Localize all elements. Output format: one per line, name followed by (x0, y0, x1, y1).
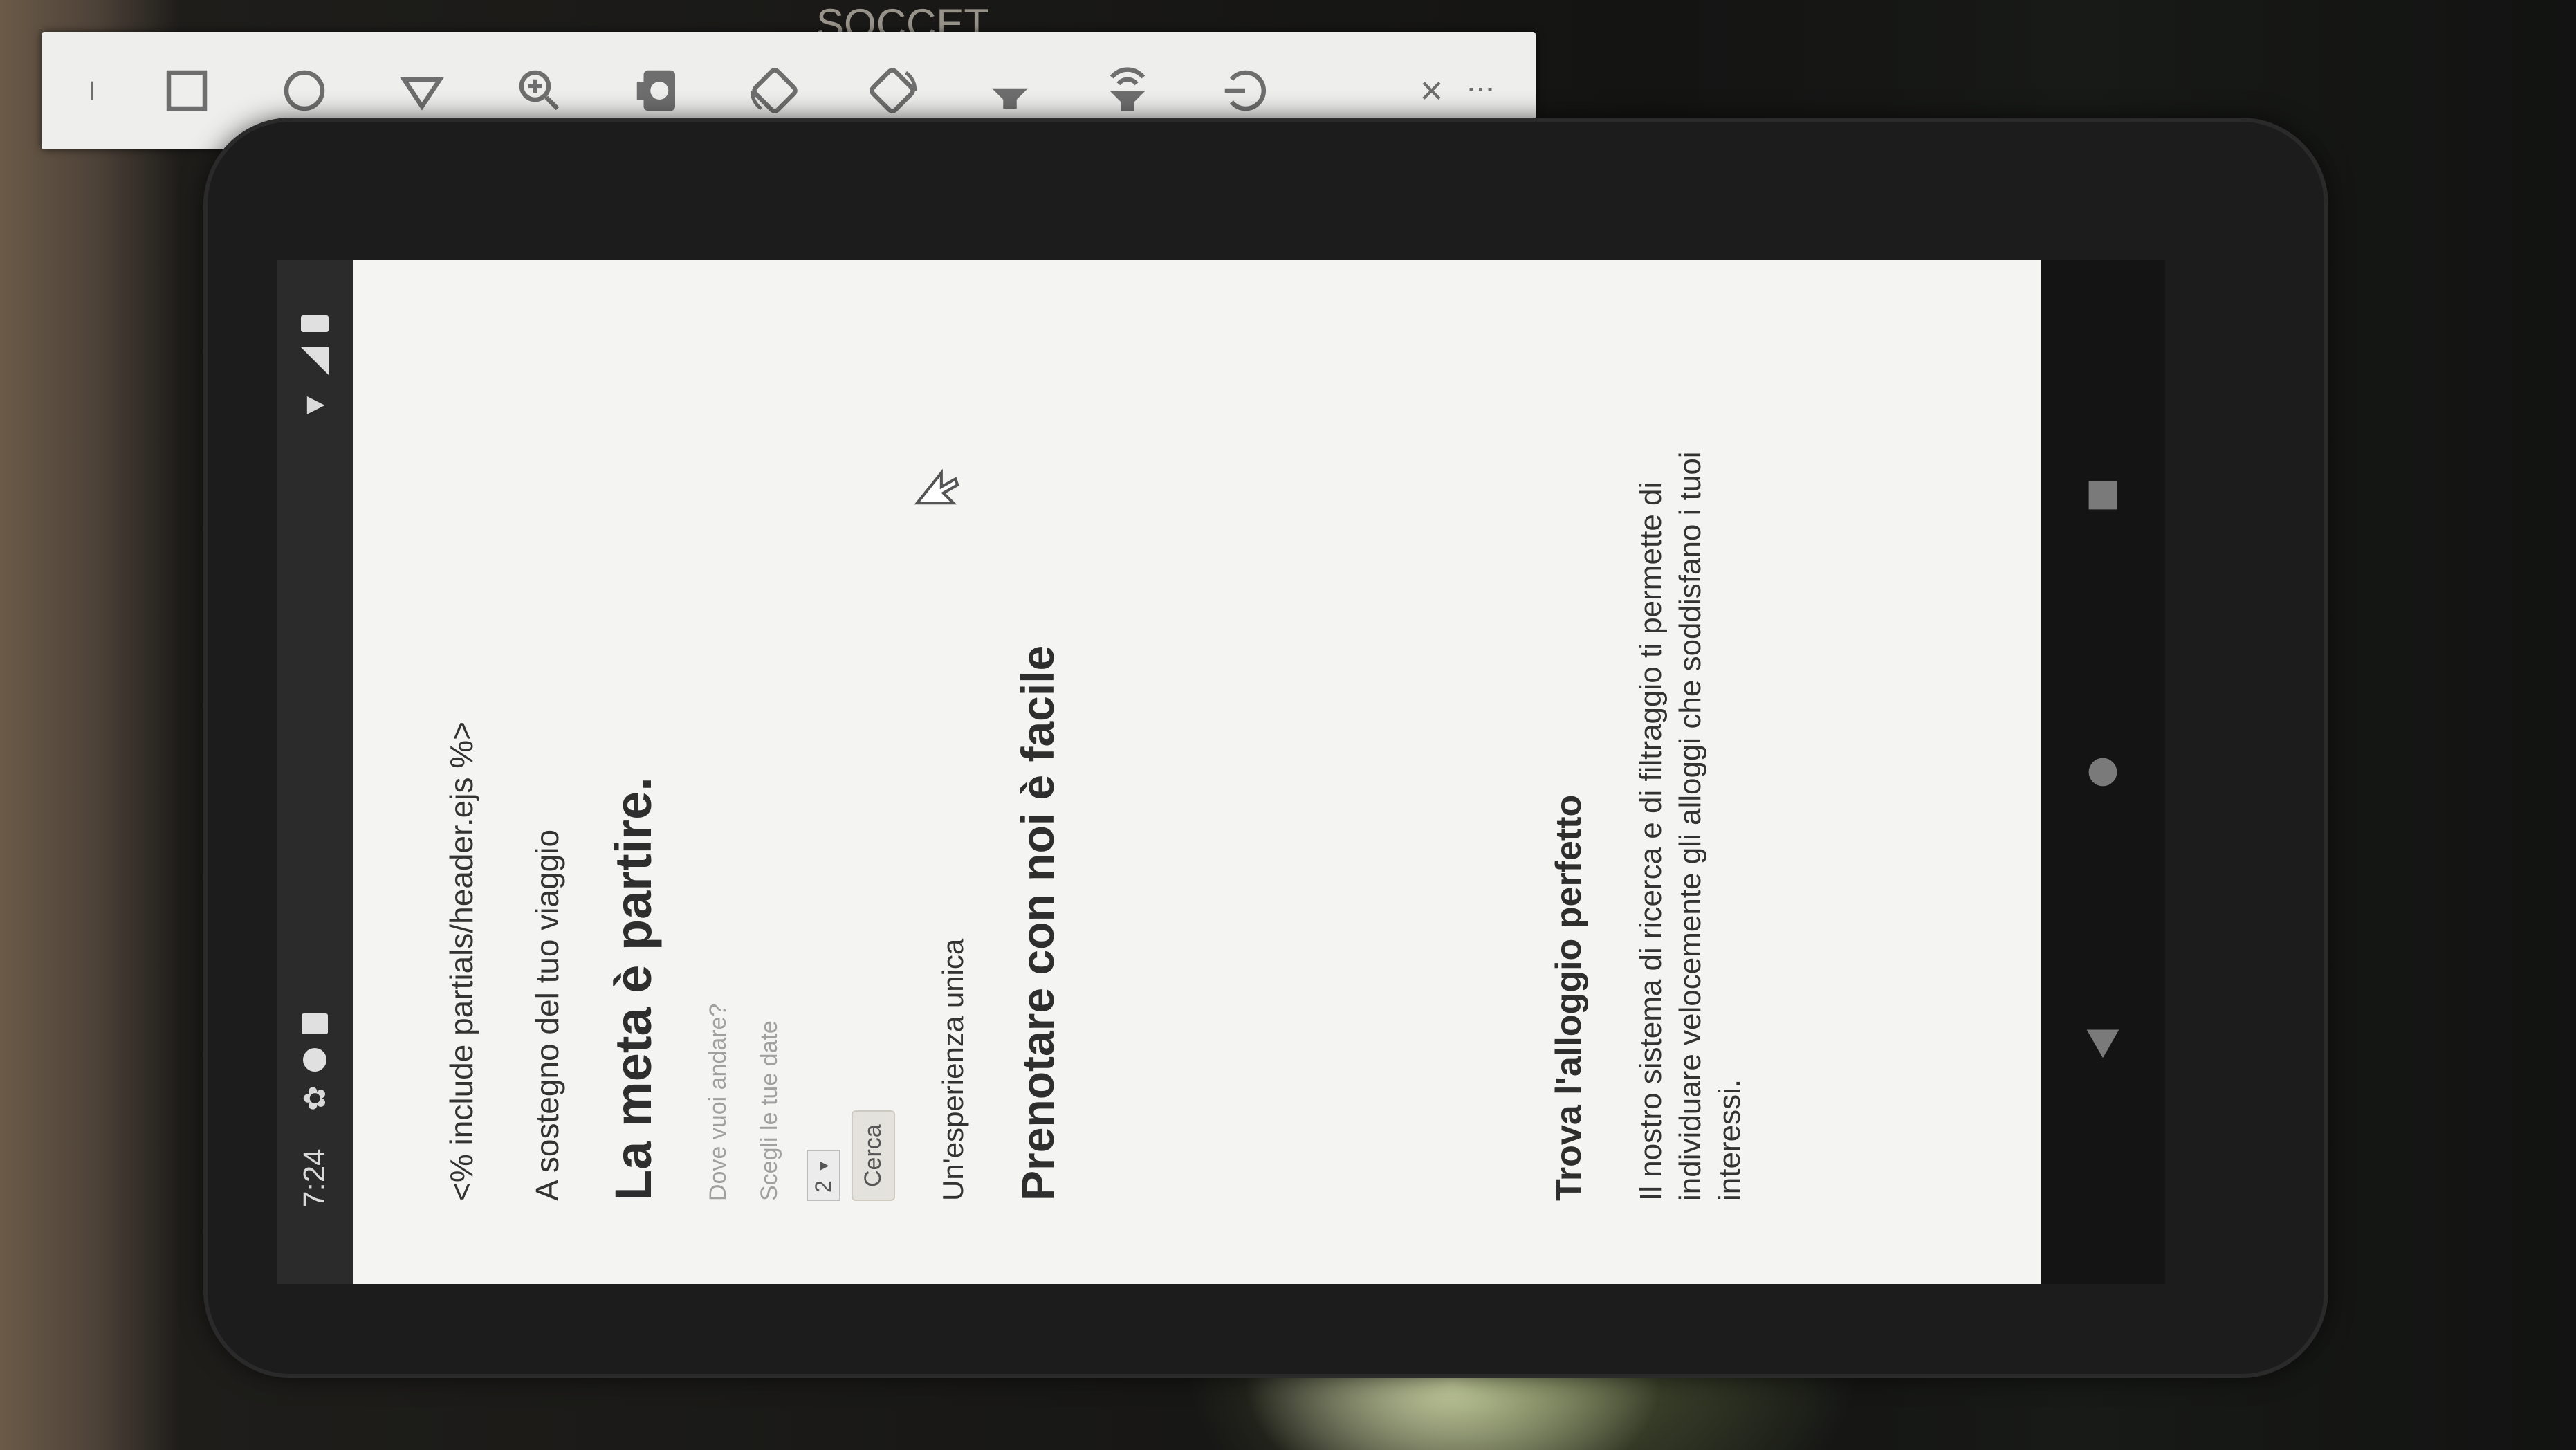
status-bar: 7:24 ✿ ▼ (277, 260, 353, 1284)
guests-select[interactable]: 2 ▼ (807, 1150, 840, 1201)
overview-icon[interactable] (152, 56, 221, 125)
rotated-phone-view: – × ⋮ 7:24 ✿ ▼ <% include partials/heade… (0, 0, 2576, 1450)
booking-heading: Prenotare con noi è facile (1012, 645, 1063, 1201)
dates-input[interactable] (755, 786, 783, 1201)
mouse-cursor-icon (914, 468, 959, 505)
destination-input[interactable] (704, 786, 732, 1201)
notification-dot-icon (303, 1048, 326, 1072)
zoom-icon[interactable] (505, 56, 574, 125)
nav-overview-icon[interactable] (2068, 461, 2137, 530)
status-time: 7:24 (297, 1148, 331, 1208)
rotate-left-icon[interactable] (858, 56, 927, 125)
feature-title: Trova l'alloggio perfetto (1549, 794, 1589, 1201)
page-content: <% include partials/header.ejs %> A sost… (443, 302, 1750, 1201)
power-icon[interactable] (1211, 56, 1280, 125)
search-form: 2 ▼ Cerca (704, 302, 895, 1201)
page-headline: La meta è partire. (605, 777, 662, 1201)
sd-card-icon (302, 1013, 328, 1035)
camera-icon[interactable] (623, 56, 692, 125)
guests-value: 2 (811, 1180, 836, 1193)
experience-label: Un'esperienza unica (937, 938, 969, 1201)
signal-icon (301, 347, 329, 375)
android-nav-bar (2041, 260, 2165, 1284)
minimize-button[interactable]: – (55, 56, 125, 125)
wifi-icon: ▼ (297, 390, 331, 421)
ejs-include-text: <% include partials/header.ejs %> (443, 722, 479, 1201)
home-icon[interactable] (270, 56, 339, 125)
volume-down-icon[interactable] (975, 56, 1045, 125)
feature-text: Il nostro sistema di ricerca e di filtra… (1634, 451, 1747, 1201)
battery-icon (301, 315, 329, 332)
settings-icon: ✿ (297, 1085, 332, 1111)
more-icon[interactable]: ⋮ (1446, 56, 1515, 125)
photo-scene: SOCCET – × ⋮ 7:24 ✿ ▼ <% include partial… (0, 0, 2576, 1450)
phone-screen: 7:24 ✿ ▼ <% include partials/header.ejs … (277, 260, 2041, 1284)
dropdown-arrow-icon: ▼ (814, 1158, 832, 1174)
volume-up-icon[interactable] (1093, 56, 1162, 125)
search-button[interactable]: Cerca (852, 1110, 895, 1201)
back-icon[interactable] (387, 56, 457, 125)
nav-back-icon[interactable] (2068, 1007, 2137, 1076)
rotate-right-icon[interactable] (740, 56, 809, 125)
tagline: A sostegno del tuo viaggio (529, 829, 565, 1201)
nav-home-icon[interactable] (2068, 737, 2137, 807)
